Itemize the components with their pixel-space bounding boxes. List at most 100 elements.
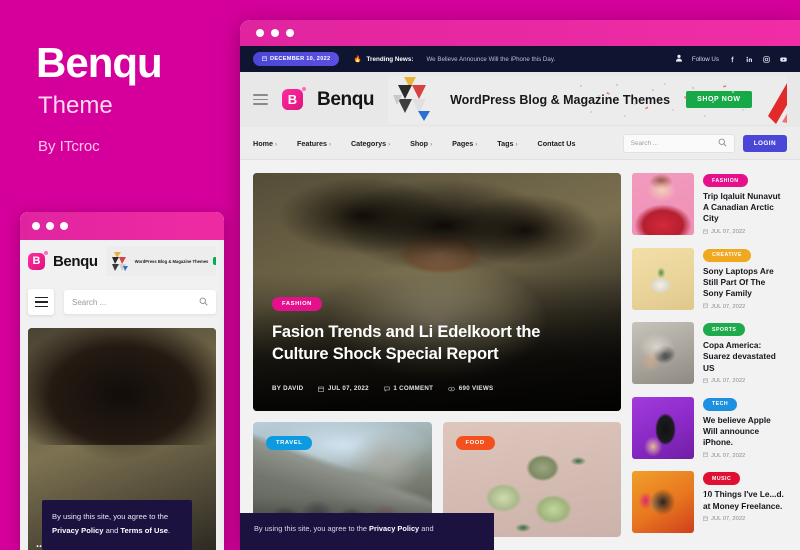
list-item[interactable]: MUSIC 10 Things I've Le...d. at Money Fr… <box>632 471 787 537</box>
window-dot-close[interactable] <box>256 29 264 37</box>
youtube-icon[interactable] <box>779 55 787 63</box>
window-dot-minimize[interactable] <box>46 222 54 230</box>
triangle-art-icon <box>392 76 434 123</box>
category-badge-travel[interactable]: TRAVEL <box>266 436 313 450</box>
post-author: BY DAVID <box>272 385 304 392</box>
calendar-icon <box>703 303 708 310</box>
mobile-search-input[interactable]: Search ... <box>64 290 216 314</box>
post-title[interactable]: Trip Iqaluit Nunavut A Canadian Arctic C… <box>703 191 787 225</box>
current-date-pill: DECEMBER 10, 2022 <box>253 52 340 66</box>
category-badge[interactable]: SPORTS <box>703 323 746 337</box>
category-badge[interactable]: TECH <box>703 397 738 411</box>
cookie-consent-banner[interactable]: By using this site, you agree to the Pri… <box>240 512 494 550</box>
category-badge-food[interactable]: FOOD <box>455 436 495 450</box>
trending-news[interactable]: 🔥 Trending News: We Believe Announce Wil… <box>353 55 555 64</box>
featured-post-meta: BY DAVID JUL 07, 2022 1 COMMENT 690 VIEW… <box>272 385 493 392</box>
search-icon[interactable] <box>199 297 208 308</box>
nav-label: Tags <box>497 138 514 148</box>
mobile-banner-text: WordPress Blog & Magazine Themes <box>134 258 209 264</box>
mobile-hero-image-detail <box>28 328 216 446</box>
chevron-right-icon: › <box>430 141 433 148</box>
privacy-policy-link[interactable]: Privacy Policy <box>369 524 419 533</box>
featured-post-card[interactable]: FASHION Fasion Trends and Li Edelkoort t… <box>253 173 621 411</box>
brand-name[interactable]: Benqu <box>317 89 375 111</box>
cookie-text-a: By using this site, you agree to the <box>52 511 169 521</box>
list-item[interactable]: TECH We believe Apple Will announce iPho… <box>632 396 787 463</box>
list-item[interactable]: FASHION Trip Iqaluit Nunavut A Canadian … <box>632 173 787 239</box>
promo-byline: By ITcroc <box>38 138 100 155</box>
post-summary: SPORTS Copa America: Suarez devastated U… <box>703 322 787 388</box>
post-thumbnail[interactable] <box>632 247 694 310</box>
post-thumbnail[interactable] <box>632 396 694 459</box>
cookie-text-b: and <box>419 523 434 533</box>
nav-item-categorys[interactable]: Categorys › <box>351 139 390 148</box>
post-title[interactable]: 10 Things I've Le...d. at Money Freelanc… <box>703 489 787 511</box>
hamburger-menu-icon[interactable] <box>253 93 268 106</box>
nav-item-features[interactable]: Features › <box>297 139 331 148</box>
post-title[interactable]: Sony Laptops Are Still Part Of The Sony … <box>703 266 787 300</box>
browser-chrome <box>240 20 800 46</box>
list-item[interactable]: CREATIVE Sony Laptops Are Still Part Of … <box>632 247 787 314</box>
search-input[interactable]: Search ... <box>622 133 735 153</box>
post-title[interactable]: We believe Apple Will announce iPhone. <box>703 415 787 449</box>
cookie-text-a: By using this site, you agree to the <box>254 523 370 533</box>
calendar-icon <box>703 229 708 236</box>
post-date: JUL 07, 2022 <box>703 229 787 236</box>
window-dot-maximize[interactable] <box>286 29 294 37</box>
post-thumbnail[interactable] <box>632 173 694 235</box>
nav-item-home[interactable]: Home › <box>253 139 277 148</box>
mobile-ad-banner[interactable]: WordPress Blog & Magazine Themes SHOP NO… <box>105 246 216 276</box>
brand-name[interactable]: Benqu <box>53 253 98 270</box>
mobile-cookie-consent-banner[interactable]: By using this site, you agree to the Pri… <box>42 499 192 550</box>
mobile-viewport: B Benqu WordPress Blog & Magazine Themes… <box>20 240 224 550</box>
facebook-icon[interactable] <box>728 55 736 63</box>
red-ribbon-art-icon <box>767 76 787 124</box>
login-button[interactable]: LOGIN <box>742 134 787 152</box>
category-badge-fashion[interactable]: FASHION <box>272 297 322 311</box>
trending-headline[interactable]: We Believe Announce Will the iPhone this… <box>426 56 555 63</box>
list-item[interactable]: SPORTS Copa America: Suarez devastated U… <box>632 322 787 388</box>
nav-item-contact-us[interactable]: Contact Us <box>538 139 576 148</box>
brand-logo-mark[interactable]: B <box>282 87 306 110</box>
cookie-text-b: and <box>103 525 119 535</box>
search-icon[interactable] <box>718 138 727 149</box>
mobile-shop-now-button[interactable]: SHOP NOW <box>213 257 216 265</box>
linkedin-icon[interactable] <box>745 55 753 63</box>
post-title[interactable]: Copa America: Suarez devastated US <box>703 340 787 374</box>
category-badge[interactable]: CREATIVE <box>703 248 751 262</box>
calendar-icon <box>703 452 708 459</box>
brand-logo-mark[interactable]: B <box>28 250 48 270</box>
nav-item-pages[interactable]: Pages › <box>452 139 477 148</box>
promo-panel: Benqu Theme By ITcroc B Benqu WordPress … <box>0 0 240 550</box>
chevron-right-icon: › <box>274 141 277 148</box>
featured-post-title[interactable]: Fasion Trends and Li Edelkoort the Cultu… <box>272 322 599 365</box>
post-comments: 1 COMMENT <box>384 385 433 392</box>
main-column: FASHION Fasion Trends and Li Edelkoort t… <box>253 173 621 537</box>
nav-item-tags[interactable]: Tags › <box>497 139 517 148</box>
terms-of-use-link[interactable]: Terms of Use <box>120 526 168 535</box>
loading-spinner-cursor-icon <box>701 491 712 505</box>
post-views: 690 VIEWS <box>448 385 493 392</box>
cookie-period: . <box>167 525 171 535</box>
top-bar-right: Follow Us <box>675 54 787 64</box>
window-dot-maximize[interactable] <box>60 222 68 230</box>
nav-label: Home <box>253 138 273 148</box>
user-account-icon[interactable] <box>675 54 683 64</box>
post-summary: FASHION Trip Iqaluit Nunavut A Canadian … <box>703 173 787 239</box>
category-badge[interactable]: MUSIC <box>703 472 741 486</box>
nav-item-shop[interactable]: Shop › <box>410 139 432 148</box>
privacy-policy-link[interactable]: Privacy Policy <box>52 526 104 535</box>
post-thumbnail[interactable] <box>632 471 694 534</box>
category-badge[interactable]: FASHION <box>703 174 748 187</box>
window-dot-minimize[interactable] <box>271 29 279 37</box>
confetti-decoration-icon <box>580 82 745 117</box>
post-thumbnail[interactable] <box>632 322 694 385</box>
instagram-icon[interactable] <box>762 55 770 63</box>
window-dot-close[interactable] <box>32 222 40 230</box>
trending-label: Trending News: <box>366 55 414 63</box>
mobile-hamburger-menu-icon[interactable] <box>28 289 54 315</box>
header-ad-banner[interactable]: WordPress Blog & Magazine Themes SHOP NO… <box>388 75 787 124</box>
search-placeholder: Search ... <box>630 139 659 147</box>
triangle-art-icon <box>110 250 130 272</box>
chevron-right-icon: › <box>388 141 391 148</box>
